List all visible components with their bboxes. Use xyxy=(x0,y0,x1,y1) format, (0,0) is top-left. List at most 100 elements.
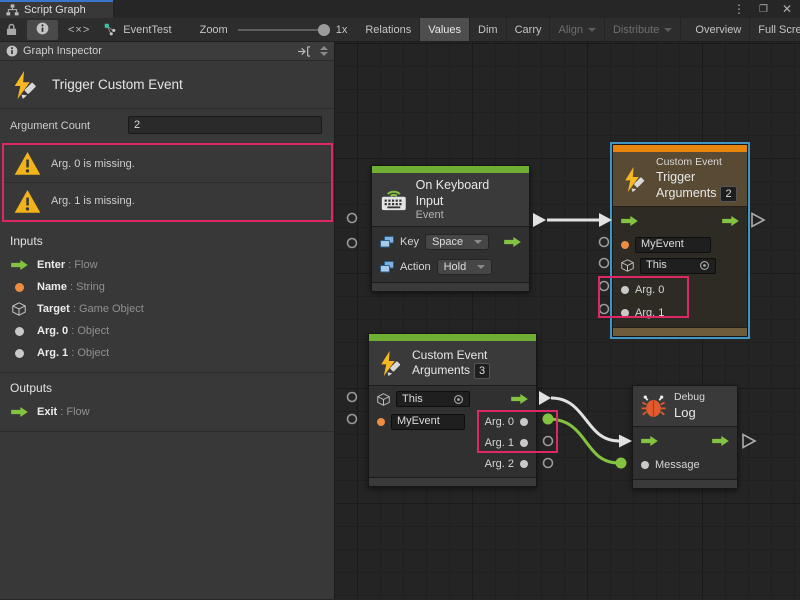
lock-icon[interactable] xyxy=(6,23,17,36)
wire-value xyxy=(548,419,619,463)
string-port-icon[interactable] xyxy=(621,241,629,249)
wire-flow xyxy=(551,398,619,441)
node-kicker: Custom Event xyxy=(656,156,737,170)
panel-scroll-spinner[interactable] xyxy=(320,46,328,56)
object-picker-icon[interactable] xyxy=(453,394,464,405)
inputs-section-header: Inputs xyxy=(0,226,334,254)
window-maximize-icon[interactable]: ❐ xyxy=(759,4,768,15)
carry-button[interactable]: Carry xyxy=(507,18,551,41)
string-port-icon[interactable] xyxy=(377,418,385,426)
graph-canvas[interactable]: On Keyboard Input Event Key Space Action… xyxy=(335,42,800,599)
relations-button[interactable]: Relations xyxy=(357,18,420,41)
align-button[interactable]: Align xyxy=(550,18,604,41)
port-row-target: Target : Game Object xyxy=(0,298,334,320)
object-port-icon[interactable] xyxy=(641,461,649,469)
node-title: On Keyboard Input xyxy=(416,178,519,209)
warning-icon xyxy=(14,189,41,214)
divider xyxy=(0,431,334,432)
port-circle xyxy=(348,415,357,424)
info-icon xyxy=(6,45,18,57)
wire-arrowhead-icon xyxy=(599,213,612,227)
node-on-keyboard-input[interactable]: On Keyboard Input Event Key Space Action… xyxy=(371,165,530,292)
graph-name-label[interactable]: EventTest xyxy=(123,24,171,36)
port-circle xyxy=(348,214,357,223)
inspector-toggle-button[interactable] xyxy=(27,20,58,40)
cube-icon[interactable] xyxy=(377,393,390,406)
zoom-label: Zoom xyxy=(200,24,228,36)
cube-icon[interactable] xyxy=(621,259,634,272)
key-binding-icon xyxy=(380,261,394,273)
node-footer xyxy=(372,282,529,291)
key-dropdown[interactable]: Space xyxy=(425,234,489,250)
flow-arrow-icon xyxy=(11,407,28,417)
message-label: Message xyxy=(655,459,700,471)
flow-arrow-icon xyxy=(11,260,28,270)
action-dropdown[interactable]: Hold xyxy=(437,259,493,275)
object-picker-icon[interactable] xyxy=(699,260,710,271)
node-kicker: Debug xyxy=(674,391,705,405)
node-title-line2: Arguments xyxy=(656,186,716,200)
zoom-slider[interactable] xyxy=(238,29,326,31)
script-graph-window: Script Graph ⋮ ❐ ✕ <×> EventTest Zoom 1x xyxy=(0,0,800,600)
flow-port-triangle xyxy=(743,435,755,448)
graph-tab-icon xyxy=(6,4,19,16)
node-subtitle: Event xyxy=(416,209,519,221)
dim-button[interactable]: Dim xyxy=(470,18,507,41)
argument-count-label: Argument Count xyxy=(10,120,90,132)
custom-event-icon xyxy=(10,70,40,100)
warning-icon xyxy=(14,151,41,176)
flow-out-port[interactable] xyxy=(511,394,528,404)
node-footer xyxy=(613,327,747,336)
port-circle xyxy=(348,393,357,402)
distribute-button[interactable]: Distribute xyxy=(605,18,681,41)
overview-button[interactable]: Overview xyxy=(687,18,750,41)
port-row-arg1: Arg. 1 : Object xyxy=(0,342,334,364)
full-screen-button[interactable]: Full Screen xyxy=(750,18,800,41)
outputs-section-header: Outputs xyxy=(0,373,334,401)
flow-port-triangle xyxy=(752,214,764,227)
node-title: Log xyxy=(674,405,705,421)
target-field[interactable]: This xyxy=(396,391,470,407)
target-field[interactable]: This xyxy=(640,258,716,274)
tab-script-graph[interactable]: Script Graph xyxy=(0,0,113,18)
port-row-enter: Enter : Flow xyxy=(0,254,334,276)
code-view-icon[interactable]: <×> xyxy=(68,24,90,36)
argument-count-input[interactable] xyxy=(128,116,322,134)
title-bar: Script Graph ⋮ ❐ ✕ xyxy=(0,0,800,18)
flow-in-port[interactable] xyxy=(621,216,638,226)
bug-icon xyxy=(641,394,666,419)
flow-out-port[interactable] xyxy=(712,436,729,446)
warning-row: Arg. 0 is missing. xyxy=(4,145,331,182)
node-footer xyxy=(633,479,737,488)
event-name-field[interactable]: MyEvent xyxy=(635,237,711,253)
flow-out-port[interactable] xyxy=(722,216,739,226)
flow-out-port xyxy=(533,213,546,227)
zoom-slider-handle[interactable] xyxy=(318,24,330,36)
cube-icon xyxy=(12,302,26,316)
object-port-icon xyxy=(15,349,24,358)
node-title: Arguments xyxy=(412,363,470,377)
warning-row: Arg. 1 is missing. xyxy=(4,182,331,219)
chevron-down-icon xyxy=(474,240,482,244)
port-circle xyxy=(348,239,357,248)
event-color-bar xyxy=(369,334,536,341)
window-close-icon[interactable]: ✕ xyxy=(782,2,792,16)
event-name-field[interactable]: MyEvent xyxy=(391,414,465,430)
flow-in-port[interactable] xyxy=(641,436,658,446)
dock-panel-icon[interactable] xyxy=(297,46,311,57)
wire-arrowhead-icon xyxy=(619,435,632,448)
flow-out-port xyxy=(539,391,551,405)
object-port-icon[interactable] xyxy=(520,460,528,468)
chevron-down-icon xyxy=(664,28,672,32)
port-circle-connected xyxy=(616,458,627,469)
values-button[interactable]: Values xyxy=(420,18,470,41)
warning-text: Arg. 1 is missing. xyxy=(51,195,135,207)
warnings-annotation-box: Arg. 0 is missing. Arg. 1 is missing. xyxy=(2,143,333,222)
node-debug-log[interactable]: Debug Log Message xyxy=(632,385,738,489)
argument-count-row: Argument Count xyxy=(0,109,334,143)
window-menu-icon[interactable]: ⋮ xyxy=(733,2,745,16)
inspector-title: Graph Inspector xyxy=(23,45,102,57)
string-port-icon xyxy=(15,283,24,292)
port-circle xyxy=(600,259,609,268)
custom-event-icon xyxy=(377,350,404,377)
